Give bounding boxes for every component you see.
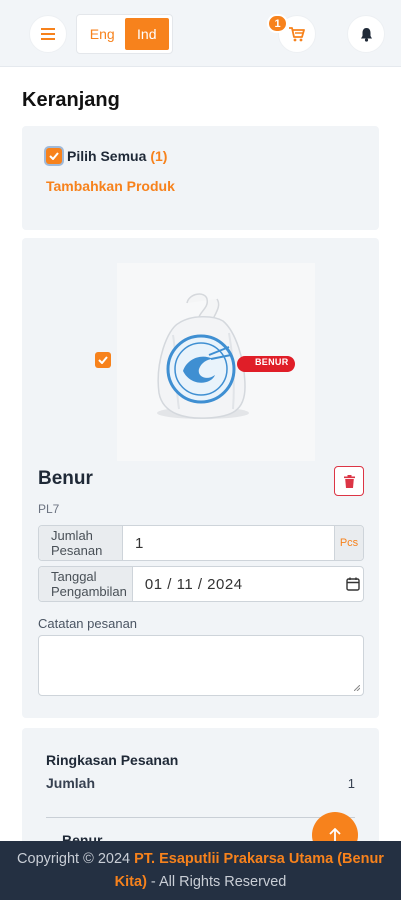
select-all-label: Pilih Semua bbox=[67, 148, 147, 164]
language-option-ind[interactable]: Ind bbox=[124, 18, 169, 50]
product-image: BENUR bbox=[117, 263, 315, 461]
delete-product-button[interactable] bbox=[334, 466, 364, 496]
footer: Copyright © 2024 PT. Esaputlii Prakarsa … bbox=[0, 841, 401, 900]
quantity-label: Jumlah Pesanan bbox=[39, 526, 123, 560]
top-navbar: Eng Ind 1 bbox=[0, 0, 401, 67]
cart-icon bbox=[289, 26, 305, 41]
trash-icon bbox=[343, 474, 355, 488]
check-icon bbox=[98, 356, 108, 364]
check-icon bbox=[49, 152, 59, 160]
product-card: BENUR Benur PL7 Jumlah Pesanan Pcs Tangg… bbox=[22, 238, 379, 718]
order-note-label: Catatan pesanan bbox=[38, 616, 138, 631]
quantity-input[interactable] bbox=[122, 526, 334, 560]
quantity-unit: Pcs bbox=[333, 526, 363, 560]
arrow-up-icon bbox=[329, 828, 341, 841]
footer-rights: - All Rights Reserved bbox=[146, 874, 287, 890]
page-title: Keranjang bbox=[22, 89, 120, 111]
pickup-date-input[interactable] bbox=[132, 567, 344, 601]
calendar-button[interactable] bbox=[344, 567, 363, 601]
add-product-link[interactable]: Tambahkan Produk bbox=[46, 178, 175, 194]
summary-total-label: Jumlah bbox=[46, 775, 96, 791]
order-summary-title: Ringkasan Pesanan bbox=[46, 752, 179, 768]
language-switch: Eng Ind bbox=[76, 14, 173, 54]
cart-count-badge: 1 bbox=[267, 14, 288, 33]
app: Eng Ind 1 Keranjang Pilih Semua (1) Tamb… bbox=[0, 0, 401, 900]
product-code: PL7 bbox=[38, 502, 60, 516]
order-note-textarea[interactable] bbox=[38, 635, 364, 696]
summary-divider bbox=[46, 817, 355, 818]
select-all-count: (1) bbox=[150, 148, 168, 164]
bell-icon bbox=[360, 27, 372, 42]
calendar-icon bbox=[346, 577, 361, 591]
product-image-badge: BENUR bbox=[255, 357, 289, 367]
hamburger-menu-icon bbox=[41, 28, 55, 40]
menu-button[interactable] bbox=[29, 15, 67, 53]
resize-grip-icon[interactable] bbox=[354, 685, 360, 691]
notification-button[interactable] bbox=[347, 15, 385, 53]
summary-total-value: 1 bbox=[347, 776, 355, 791]
pickup-date-input-group: Tanggal Pengambilan bbox=[38, 566, 364, 602]
footer-copyright: Copyright © 2024 bbox=[17, 851, 135, 867]
pickup-date-label: Tanggal Pengambilan bbox=[39, 567, 133, 601]
select-all-card: Pilih Semua (1) Tambahkan Produk bbox=[22, 126, 379, 230]
product-name: Benur bbox=[38, 468, 93, 489]
language-option-eng[interactable]: Eng bbox=[80, 18, 125, 50]
product-checkbox[interactable] bbox=[95, 352, 111, 368]
select-all-row: Pilih Semua (1) bbox=[46, 148, 167, 164]
quantity-input-group: Jumlah Pesanan Pcs bbox=[38, 525, 364, 561]
select-all-checkbox[interactable] bbox=[46, 148, 62, 164]
